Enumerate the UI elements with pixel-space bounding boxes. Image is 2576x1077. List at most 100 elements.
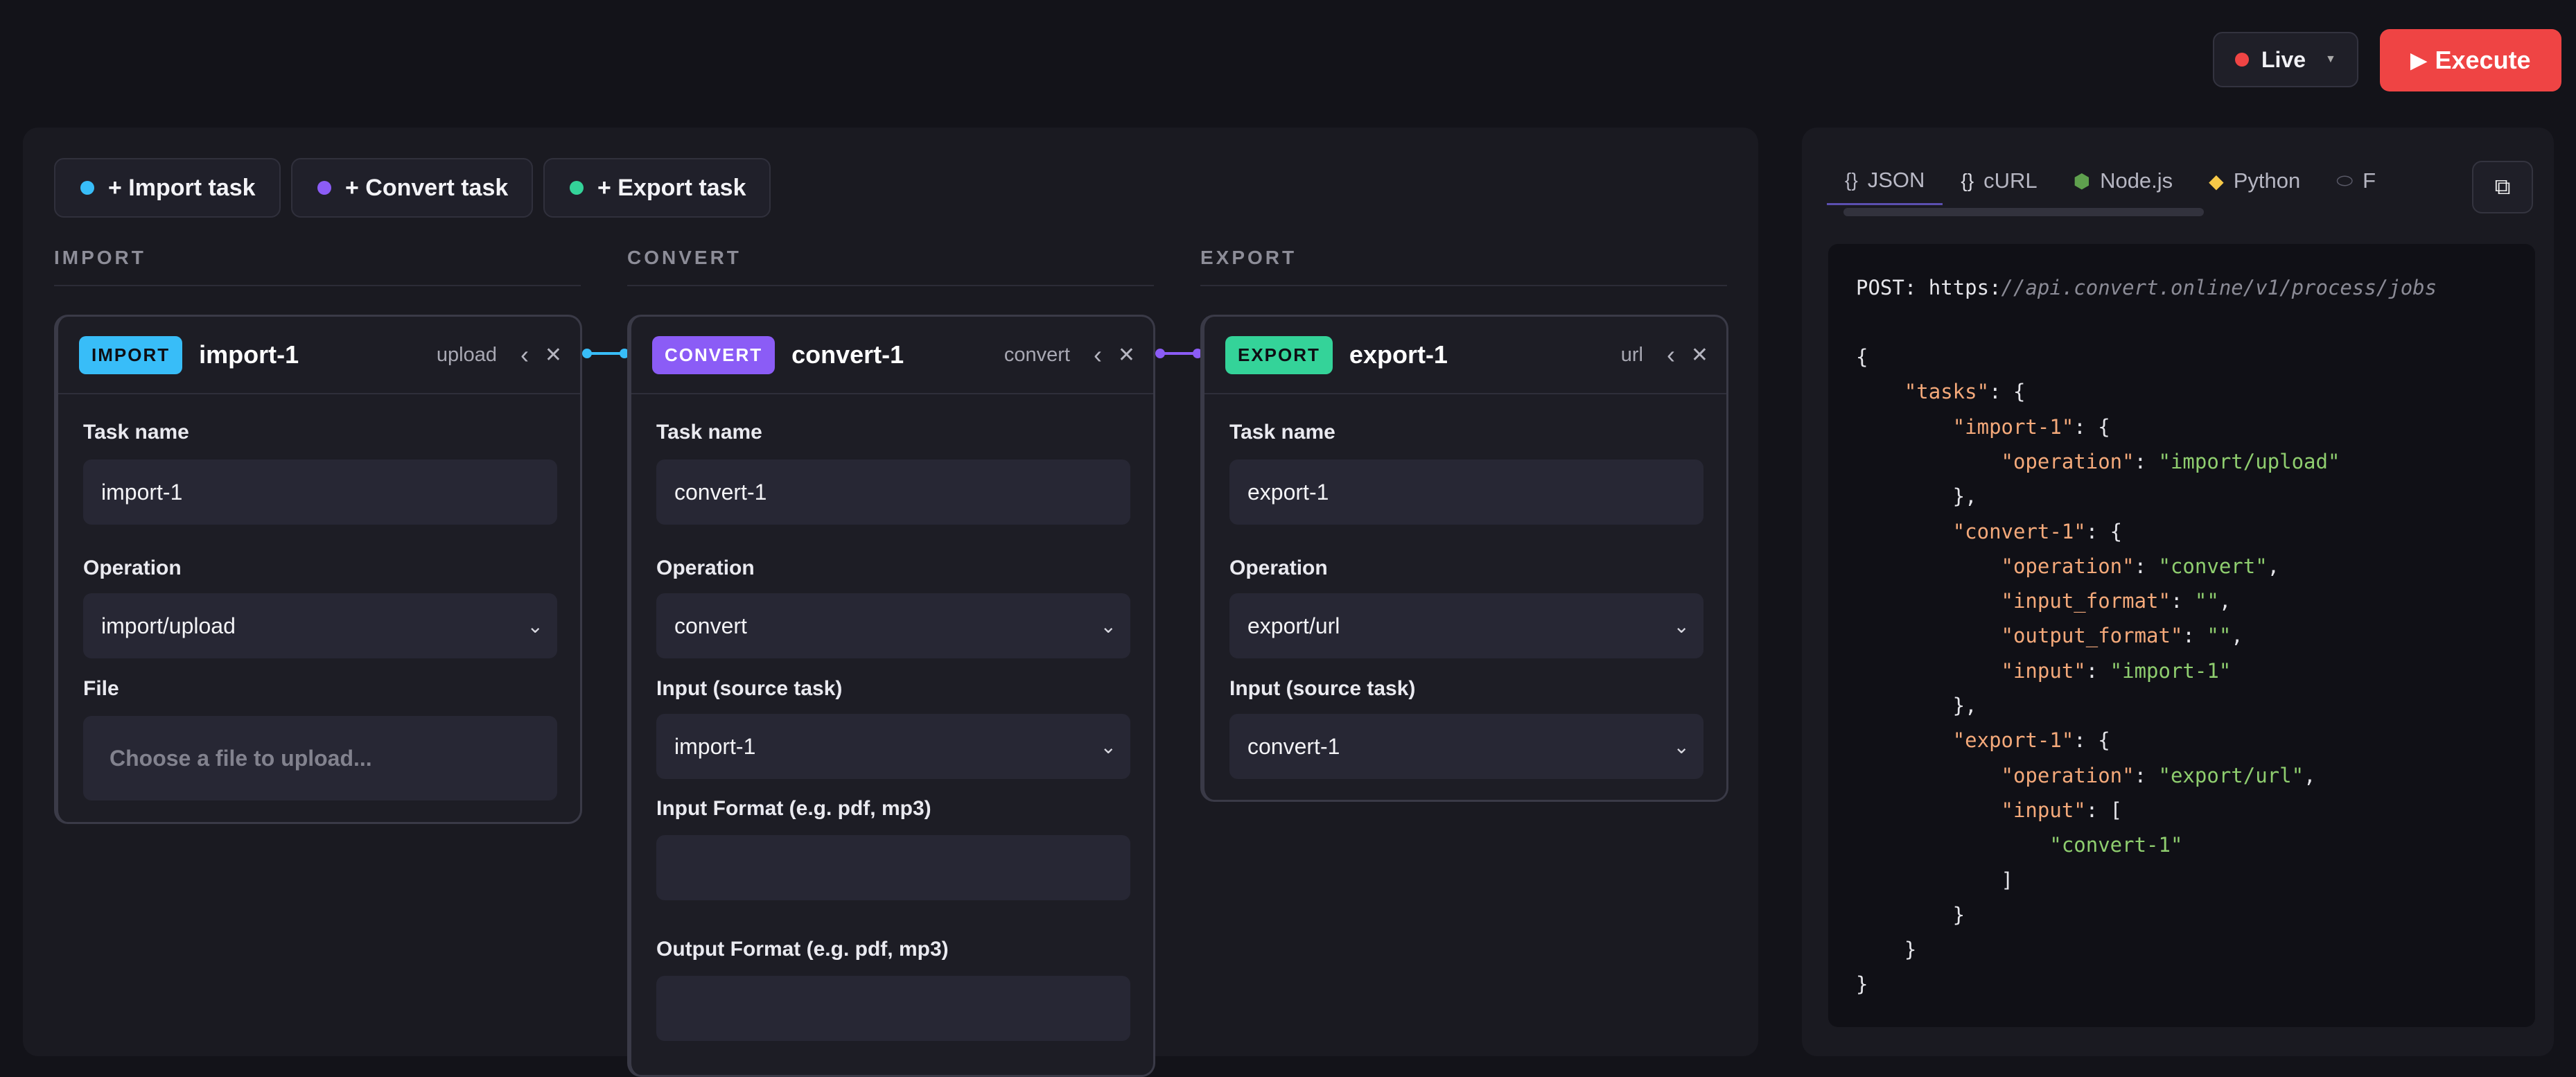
operation-select[interactable]: convert ⌄ bbox=[656, 593, 1130, 658]
request-line: POST: https://api.convert.online/v1/proc… bbox=[1856, 276, 2437, 299]
operation-value: import/upload bbox=[101, 613, 236, 638]
task-name-input[interactable]: export-1 bbox=[1229, 459, 1703, 525]
json-key: "input" bbox=[2001, 798, 2086, 822]
card-header: IMPORT import-1 upload ‹ ✕ bbox=[58, 317, 580, 394]
json-string: "" bbox=[2194, 589, 2219, 613]
add-convert-task-button[interactable]: + Convert task bbox=[291, 158, 534, 218]
export-dot-icon bbox=[570, 181, 584, 195]
url-scheme: https: bbox=[1928, 276, 2001, 299]
live-status-dot bbox=[2235, 53, 2249, 67]
execute-button[interactable]: ▶ Execute bbox=[2380, 29, 2561, 91]
task-name-input[interactable]: convert-1 bbox=[656, 459, 1130, 525]
card-header: CONVERT convert-1 convert ‹ ✕ bbox=[631, 317, 1153, 394]
code-line: "export-1": { bbox=[1952, 728, 2110, 753]
add-convert-label: + Convert task bbox=[345, 174, 509, 201]
tab-label: F bbox=[2363, 168, 2376, 193]
tab-php[interactable]: ⬭ F bbox=[2318, 157, 2394, 205]
add-import-task-button[interactable]: + Import task bbox=[54, 158, 281, 218]
connector-convert-export bbox=[1155, 349, 1202, 358]
code-line: "input": "import-1" bbox=[2001, 658, 2232, 683]
close-icon[interactable]: ✕ bbox=[1691, 343, 1708, 367]
output-format-input[interactable] bbox=[656, 976, 1130, 1041]
card-header: EXPORT export-1 url ‹ ✕ bbox=[1204, 317, 1726, 394]
json-key: "import-1" bbox=[1952, 414, 2074, 439]
json-key: "operation" bbox=[2001, 449, 2135, 473]
collapse-chevron-icon[interactable]: ‹ bbox=[520, 340, 529, 369]
code-line: "convert-1": { bbox=[1952, 519, 2123, 543]
column-divider bbox=[627, 285, 1154, 286]
close-icon[interactable]: ✕ bbox=[545, 343, 562, 367]
python-icon: ◆ bbox=[2209, 170, 2224, 192]
json-string: "convert" bbox=[2158, 554, 2268, 578]
export-task-card: EXPORT export-1 url ‹ ✕ Task name export… bbox=[1200, 315, 1728, 802]
tab-python[interactable]: ◆ Python bbox=[2191, 157, 2318, 205]
convert-dot-icon bbox=[317, 181, 331, 195]
json-string: "import-1" bbox=[2110, 658, 2232, 683]
field-label: Task name bbox=[1229, 421, 1335, 444]
braces-icon: {} bbox=[1961, 170, 1974, 191]
task-type-badge: EXPORT bbox=[1225, 335, 1333, 374]
json-key: "tasks" bbox=[1904, 380, 1990, 404]
file-upload-input[interactable]: Choose a file to upload... bbox=[83, 716, 557, 800]
code-line: "tasks": { bbox=[1904, 380, 2026, 404]
chevron-down-icon: ⌄ bbox=[1673, 615, 1690, 637]
field-label: Input (source task) bbox=[656, 677, 843, 700]
task-type-badge: IMPORT bbox=[79, 335, 183, 374]
code-line: "operation": "import/upload" bbox=[2001, 449, 2340, 473]
operation-select[interactable]: export/url ⌄ bbox=[1229, 593, 1703, 658]
field-label: Output Format (e.g. pdf, mp3) bbox=[656, 938, 949, 961]
json-key: "operation" bbox=[2001, 554, 2135, 578]
column-heading-export: EXPORT bbox=[1200, 247, 1297, 268]
code-line: "input": [ bbox=[2001, 798, 2123, 822]
input-source-select[interactable]: import-1 ⌄ bbox=[656, 714, 1130, 779]
column-heading-import: IMPORT bbox=[54, 247, 146, 268]
code-line: } bbox=[1856, 972, 1868, 997]
input-source-value: convert-1 bbox=[1247, 733, 1340, 759]
copy-icon: ⧉ bbox=[2494, 174, 2511, 199]
code-line: } bbox=[1856, 938, 1917, 962]
code-line: ] bbox=[1856, 868, 2013, 892]
tabs-scrollbar[interactable] bbox=[1843, 208, 2204, 216]
code-line: }, bbox=[1856, 484, 1977, 509]
column-divider bbox=[1200, 285, 1727, 286]
connector-import-convert bbox=[582, 349, 629, 358]
collapse-chevron-icon[interactable]: ‹ bbox=[1094, 340, 1102, 369]
connector-handle[interactable] bbox=[582, 349, 592, 358]
column-heading-convert: CONVERT bbox=[627, 247, 742, 268]
code-line: "operation": "convert", bbox=[2001, 554, 2280, 578]
close-icon[interactable]: ✕ bbox=[1118, 343, 1135, 367]
code-line: "import-1": { bbox=[1952, 414, 2110, 439]
collapse-chevron-icon[interactable]: ‹ bbox=[1667, 340, 1675, 369]
tab-json[interactable]: {} JSON bbox=[1827, 157, 1943, 205]
tab-curl[interactable]: {} cURL bbox=[1943, 157, 2055, 205]
input-format-input[interactable] bbox=[656, 835, 1130, 900]
code-language-tabs: {} JSON {} cURL ⬢ Node.js ◆ Python ⬭ F bbox=[1827, 157, 2459, 205]
code-line: "output_format": "", bbox=[2001, 624, 2243, 648]
column-divider bbox=[54, 285, 581, 286]
operation-value: export/url bbox=[1247, 613, 1340, 638]
tab-label: cURL bbox=[1983, 168, 2038, 193]
copy-code-button[interactable]: ⧉ bbox=[2472, 161, 2533, 213]
input-source-select[interactable]: convert-1 ⌄ bbox=[1229, 714, 1703, 779]
caret-down-icon: ▼ bbox=[2325, 53, 2336, 65]
chevron-down-icon: ⌄ bbox=[527, 615, 543, 637]
field-label: File bbox=[83, 677, 119, 700]
field-label: Operation bbox=[1229, 557, 1328, 579]
nodejs-icon: ⬢ bbox=[2073, 170, 2091, 192]
field-label: Task name bbox=[656, 421, 762, 444]
task-name-input[interactable]: import-1 bbox=[83, 459, 557, 525]
connector-handle[interactable] bbox=[1155, 349, 1165, 358]
json-string: "export/url" bbox=[2158, 763, 2304, 787]
add-export-label: + Export task bbox=[597, 174, 746, 201]
import-dot-icon bbox=[80, 181, 94, 195]
add-export-task-button[interactable]: + Export task bbox=[543, 158, 771, 218]
json-key: "input_format" bbox=[2001, 589, 2171, 613]
tab-nodejs[interactable]: ⬢ Node.js bbox=[2056, 157, 2191, 205]
code-block: POST: https://api.convert.online/v1/proc… bbox=[1828, 244, 2535, 1027]
field-label: Input (source task) bbox=[1229, 677, 1416, 700]
operation-select[interactable]: import/upload ⌄ bbox=[83, 593, 557, 658]
code-line: "operation": "export/url", bbox=[2001, 763, 2316, 787]
json-string: "import/upload" bbox=[2158, 449, 2340, 473]
card-title: export-1 bbox=[1349, 340, 1448, 369]
live-mode-dropdown[interactable]: Live ▼ bbox=[2213, 32, 2358, 87]
